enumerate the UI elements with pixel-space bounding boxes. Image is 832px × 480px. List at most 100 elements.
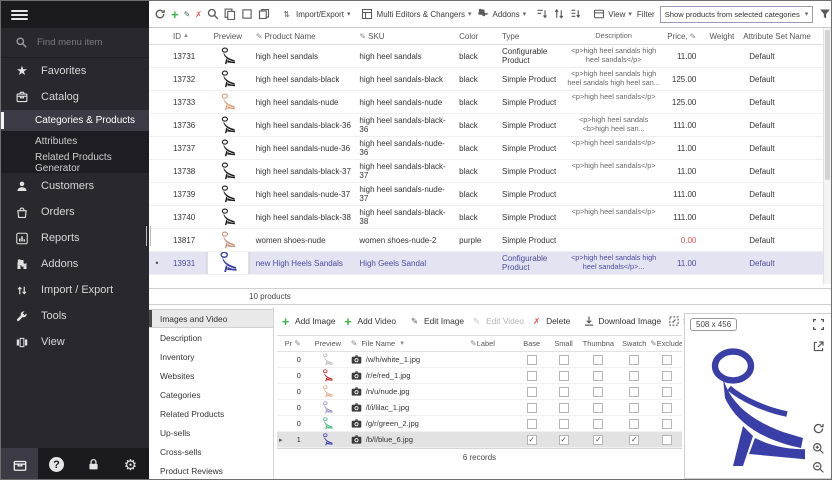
multi-editors-menu[interactable]: Multi Editors & Changers ▾ <box>361 8 472 21</box>
sidebar-item-addons[interactable]: Addons <box>1 251 149 277</box>
sidebar-item-import-export[interactable]: Import / Export <box>1 277 149 303</box>
collapse-rows-icon[interactable] <box>570 8 582 21</box>
checkbox[interactable] <box>527 371 537 381</box>
checkbox[interactable] <box>662 371 672 381</box>
product-row[interactable]: 13737high heel sandals-nude-36high heel … <box>149 137 823 160</box>
zoom-in-icon[interactable] <box>812 442 826 456</box>
filters-menu[interactable]: Filters ▾ <box>818 8 832 21</box>
add-video-button[interactable]: +Add Video <box>342 315 397 328</box>
image-row[interactable]: 0/n/u/nude.jpg <box>277 384 682 400</box>
product-row[interactable]: 13733high heel sandals-nudehigh heel san… <box>149 91 823 114</box>
column-header-base[interactable]: Base <box>516 339 548 348</box>
tab-images-and-video[interactable]: Images and Video <box>149 309 273 328</box>
checkbox[interactable] <box>662 435 672 445</box>
rotate-icon[interactable] <box>812 422 826 436</box>
checkbox[interactable] <box>593 387 603 397</box>
column-header-description[interactable]: Description <box>562 25 666 47</box>
column-header-preview[interactable]: Preview <box>203 32 253 41</box>
fullscreen-icon[interactable] <box>812 318 826 332</box>
hamburger-menu-icon[interactable] <box>11 8 28 22</box>
checkbox[interactable] <box>559 371 569 381</box>
image-row[interactable]: 0/g/r/green_2.jpg <box>277 416 682 432</box>
sidebar-item-tools[interactable]: Tools <box>1 303 149 329</box>
product-row[interactable]: 13739high heel sandals-nude-37high heel … <box>149 183 823 206</box>
checkbox[interactable] <box>662 419 672 429</box>
column-header-thumbnail[interactable]: Thumbna <box>580 339 618 348</box>
product-row[interactable]: 13817women shoes-nudewomen shoes-nude-2p… <box>149 229 823 252</box>
panel-splitter-handle[interactable] <box>146 226 151 246</box>
edit-image-button[interactable]: ✎Edit Image <box>408 315 464 328</box>
tab-up-sells[interactable]: Up-sells <box>149 423 273 442</box>
view-menu[interactable]: View ▾ <box>592 8 632 21</box>
checkbox[interactable] <box>527 355 537 365</box>
help-button[interactable]: ? <box>38 448 75 480</box>
sidebar-search[interactable]: Find menu item <box>1 28 149 58</box>
sidebar-item-related-products-generator[interactable]: Related Products Generator <box>1 152 149 173</box>
checkbox[interactable] <box>559 403 569 413</box>
column-header-id[interactable]: ID▲ <box>165 32 203 41</box>
sidebar-item-catalog[interactable]: Catalog <box>1 84 149 110</box>
delete-image-button[interactable]: ✗Delete <box>530 315 570 328</box>
image-row[interactable]: ▸1/b/l/blue_6.jpg✓✓✓✓ <box>277 432 682 448</box>
product-row[interactable]: 13732high heel sandals-blackhigh heel sa… <box>149 68 823 91</box>
checkbox[interactable] <box>629 387 639 397</box>
checkbox[interactable]: ✓ <box>629 435 639 445</box>
column-header-swatch[interactable]: Swatch <box>617 339 651 348</box>
category-filter-select[interactable]: Show products from selected categories ▾ <box>660 6 814 23</box>
checkbox[interactable]: ✓ <box>527 435 537 445</box>
checkbox[interactable] <box>527 403 537 413</box>
expand-rows-icon[interactable] <box>553 8 565 21</box>
checkbox[interactable] <box>559 387 569 397</box>
sidebar-item-categories-products[interactable]: Categories & Products <box>1 110 149 131</box>
search-icon[interactable] <box>207 8 219 21</box>
column-header-price[interactable]: Price,✎ <box>665 32 699 41</box>
sidebar-item-view[interactable]: View <box>1 329 149 355</box>
product-row[interactable]: 13736high heel sandals-black-36high heel… <box>149 114 823 137</box>
zoom-out-icon[interactable] <box>812 461 826 475</box>
sidebar-item-reports[interactable]: Reports <box>1 225 149 251</box>
column-header-position[interactable]: Pr ✎ <box>285 339 307 348</box>
tab-inventory[interactable]: Inventory <box>149 347 273 366</box>
open-external-icon[interactable] <box>812 340 826 354</box>
column-header-type[interactable]: Type <box>496 32 562 41</box>
sort-az-icon[interactable] <box>536 8 548 21</box>
add-icon[interactable]: + <box>171 8 179 21</box>
vertical-scrollbar[interactable] <box>823 28 831 284</box>
checkbox[interactable] <box>629 419 639 429</box>
checkbox[interactable] <box>593 419 603 429</box>
tab-description[interactable]: Description <box>149 328 273 347</box>
store-manager-button[interactable] <box>1 448 38 480</box>
checkbox[interactable] <box>559 355 569 365</box>
checkbox[interactable] <box>629 371 639 381</box>
download-image-button[interactable]: Download Image <box>582 315 661 328</box>
sidebar-item-attributes[interactable]: Attributes <box>1 131 149 152</box>
checkbox[interactable] <box>593 355 603 365</box>
checkbox[interactable] <box>662 387 672 397</box>
product-row[interactable]: 13740high heel sandals-black-38high heel… <box>149 206 823 229</box>
addons-menu[interactable]: Addons ▾ <box>477 8 527 21</box>
column-header-color[interactable]: Color <box>456 32 496 41</box>
checkbox[interactable] <box>559 419 569 429</box>
column-header-sku[interactable]: ✎SKU <box>356 32 456 41</box>
checkbox[interactable] <box>527 419 537 429</box>
checkbox[interactable] <box>593 403 603 413</box>
tab-product-reviews[interactable]: Product Reviews <box>149 461 273 480</box>
checkbox[interactable] <box>662 355 672 365</box>
column-header-attribute-set[interactable]: Attribute Set Name <box>737 32 823 41</box>
column-header-product-name[interactable]: ✎Product Name <box>253 32 357 41</box>
refresh-icon[interactable] <box>154 8 166 21</box>
product-row[interactable]: 13738high heel sandals-black-37high heel… <box>149 160 823 183</box>
edit-video-button[interactable]: ✎Edit Video <box>470 315 524 328</box>
import-export-menu[interactable]: ⇅ Import/Export ▾ <box>280 8 351 21</box>
image-row[interactable]: 0/r/e/red_1.jpg <box>277 368 682 384</box>
checkbox[interactable] <box>629 355 639 365</box>
column-header-label[interactable]: ✎Label <box>468 339 516 348</box>
clone-icon[interactable] <box>258 8 270 21</box>
sidebar-item-customers[interactable]: Customers <box>1 173 149 199</box>
image-row[interactable]: 0/l/i/lilac_1.jpg <box>277 400 682 416</box>
scrollbar-thumb[interactable] <box>825 30 830 180</box>
settings-button[interactable]: ⚙ <box>112 448 149 480</box>
checkbox[interactable] <box>593 371 603 381</box>
tab-cross-sells[interactable]: Cross-sells <box>149 442 273 461</box>
column-header-file-name[interactable]: ✎File Name▼ <box>349 339 468 348</box>
